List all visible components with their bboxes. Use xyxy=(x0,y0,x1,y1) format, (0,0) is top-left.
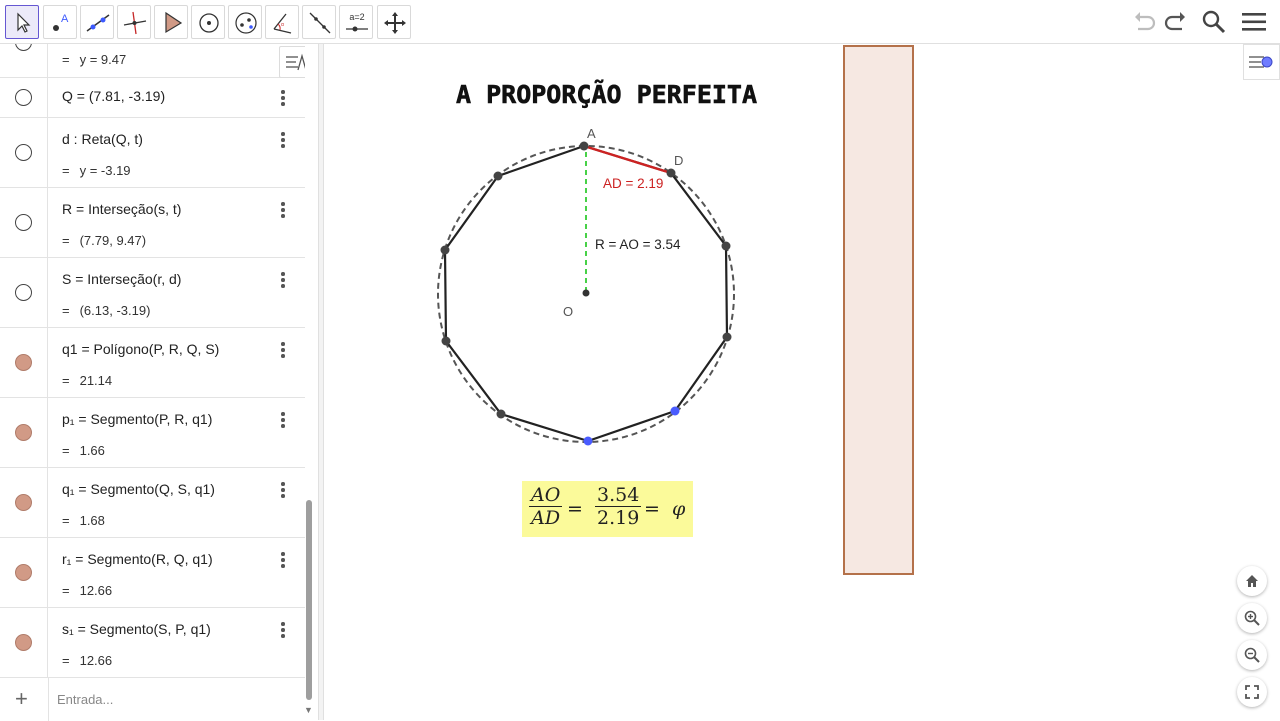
point-a[interactable] xyxy=(579,141,589,151)
label-ad-length: AD = 2.19 xyxy=(603,176,663,191)
vertex-point[interactable] xyxy=(670,406,680,416)
point-o[interactable] xyxy=(582,289,590,297)
label-a: A xyxy=(587,126,596,141)
vertex-point[interactable] xyxy=(440,245,450,255)
graph-style-icon xyxy=(1249,56,1273,68)
zoom-out-icon xyxy=(1244,647,1260,663)
home-button[interactable] xyxy=(1237,566,1267,596)
fraction-ao-ad: AO AD xyxy=(529,484,563,529)
equals-sign: = xyxy=(644,498,660,520)
fullscreen-icon xyxy=(1245,685,1259,699)
fraction-values: 3.54 2.19 xyxy=(595,484,642,529)
label-d: D xyxy=(674,153,683,168)
vertex-point[interactable] xyxy=(721,241,731,251)
zoom-out-button[interactable] xyxy=(1237,640,1267,670)
segment-ad[interactable] xyxy=(583,144,672,175)
vertex-point[interactable] xyxy=(496,409,506,419)
construction-canvas: A D O AD = 2.19 R = AO = 3.54 xyxy=(437,126,735,446)
point-d[interactable] xyxy=(666,168,676,178)
label-radius: R = AO = 3.54 xyxy=(595,237,681,252)
vertex-point[interactable] xyxy=(441,336,451,346)
fullscreen-button[interactable] xyxy=(1237,677,1267,707)
vertex-point[interactable] xyxy=(583,436,593,446)
golden-rectangle[interactable] xyxy=(843,45,914,575)
home-icon xyxy=(1246,575,1258,587)
equals-sign: = xyxy=(567,498,583,520)
zoom-in-icon xyxy=(1244,610,1260,626)
label-o: O xyxy=(563,304,573,319)
vertex-point[interactable] xyxy=(722,332,732,342)
zoom-in-button[interactable] xyxy=(1237,603,1267,633)
golden-ratio-formula: AO AD = 3.54 2.19 = φ xyxy=(522,481,693,537)
vertex-point[interactable] xyxy=(493,171,503,181)
graphics-style-button[interactable] xyxy=(1243,44,1280,80)
phi-symbol: φ xyxy=(672,498,686,520)
